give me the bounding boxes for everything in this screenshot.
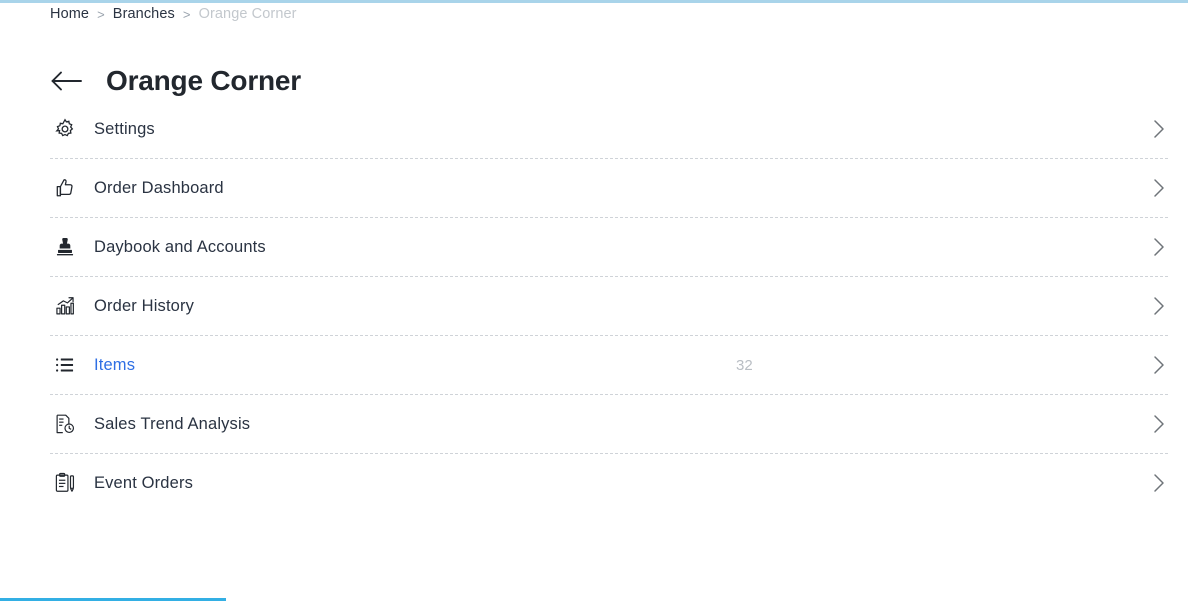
gear-icon xyxy=(52,116,78,142)
menu-row-daybook-and-accounts[interactable]: Daybook and Accounts xyxy=(50,218,1168,276)
document-clock-icon xyxy=(52,411,78,437)
menu-row-items[interactable]: Items 32 xyxy=(50,336,1168,394)
menu-row-label: Settings xyxy=(94,119,155,138)
breadcrumb-item-branches[interactable]: Branches xyxy=(113,6,175,22)
bar-chart-up-icon xyxy=(52,293,78,319)
stamp-icon xyxy=(52,234,78,260)
page-title: Orange Corner xyxy=(106,64,301,96)
menu-row-label: Sales Trend Analysis xyxy=(94,414,251,433)
chevron-right-icon[interactable] xyxy=(1152,295,1166,317)
breadcrumb: Home > Branches > Orange Corner xyxy=(50,6,297,22)
top-accent-bar xyxy=(0,0,1188,3)
breadcrumb-item-current: Orange Corner xyxy=(198,6,297,22)
chevron-right-icon[interactable] xyxy=(1152,472,1166,494)
menu-row-settings[interactable]: Settings xyxy=(50,100,1168,158)
chevron-right-icon[interactable] xyxy=(1152,236,1166,258)
menu-row-order-history[interactable]: Order History xyxy=(50,277,1168,335)
menu-row-label: Event Orders xyxy=(94,473,194,492)
thumbs-up-icon xyxy=(52,175,78,201)
menu-row-event-orders[interactable]: Event Orders xyxy=(50,454,1168,512)
chevron-right-icon[interactable] xyxy=(1152,413,1166,435)
menu-row-label: Daybook and Accounts xyxy=(94,237,266,256)
branch-menu-list: Settings Order Dashboard Daybook and Acc… xyxy=(50,100,1168,512)
chevron-right-icon[interactable] xyxy=(1152,177,1166,199)
menu-row-label: Order Dashboard xyxy=(94,178,224,197)
menu-row-order-dashboard[interactable]: Order Dashboard xyxy=(50,159,1168,217)
menu-row-sales-trend-analysis[interactable]: Sales Trend Analysis xyxy=(50,395,1168,453)
list-icon xyxy=(52,352,78,378)
breadcrumb-separator: > xyxy=(182,6,191,22)
breadcrumb-item-home[interactable]: Home xyxy=(50,6,89,22)
clipboard-pen-icon xyxy=(52,470,78,496)
items-count-badge: 32 xyxy=(736,356,753,374)
arrow-left-icon[interactable] xyxy=(50,69,84,93)
breadcrumb-separator: > xyxy=(97,6,105,22)
chevron-right-icon[interactable] xyxy=(1152,354,1166,376)
menu-row-label: Items xyxy=(94,355,136,374)
menu-row-label: Order History xyxy=(94,296,195,315)
chevron-right-icon[interactable] xyxy=(1152,118,1166,140)
